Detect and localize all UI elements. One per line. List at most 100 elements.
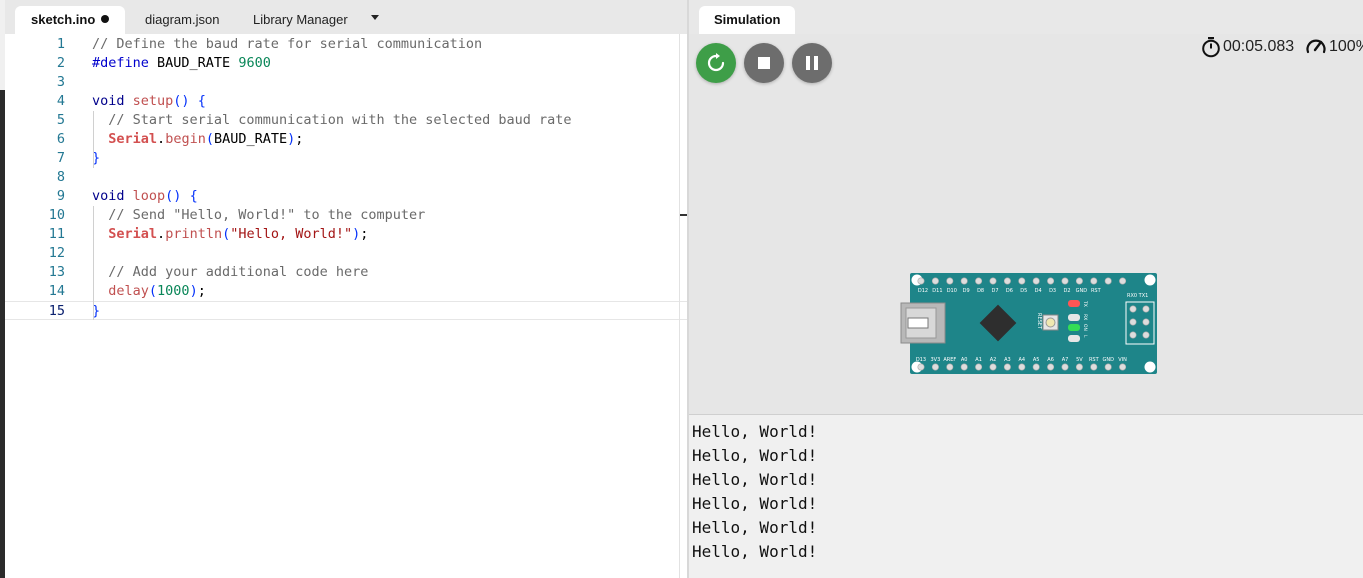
header-pin[interactable] xyxy=(1032,363,1040,371)
header-pin[interactable] xyxy=(1003,363,1011,371)
simulation-speed: 100% xyxy=(1305,36,1363,58)
header-pin[interactable] xyxy=(1104,363,1112,371)
code-token: { xyxy=(197,93,206,109)
line-number: 12 xyxy=(48,245,65,261)
code-token: ( xyxy=(148,283,158,299)
pin-label: A6 xyxy=(1047,357,1054,363)
code-token: BAUD_RATE xyxy=(213,131,288,147)
code-line[interactable]: 11 Serial.println("Hello, World!"); xyxy=(5,225,687,244)
editor-scrollbar-track[interactable] xyxy=(679,34,680,578)
code-line[interactable]: 10 // Send "Hello, World!" to the comput… xyxy=(5,206,687,225)
code-editor[interactable]: 1 // Define the baud rate for serial comm… xyxy=(5,34,687,578)
icsp-pin[interactable] xyxy=(1129,318,1137,326)
pin-label: A2 xyxy=(990,357,997,363)
code-line[interactable]: 7} xyxy=(5,149,687,168)
line-number: 2 xyxy=(56,55,65,71)
serial-monitor[interactable]: Hello, World! Hello, World! Hello, World! H… xyxy=(689,414,1363,578)
icsp-pin[interactable] xyxy=(1142,305,1150,313)
header-pin[interactable] xyxy=(1003,277,1011,285)
code-line[interactable]: 4 void setup() { xyxy=(5,92,687,111)
speed-value: 100% xyxy=(1329,38,1363,55)
code-line[interactable]: 15} xyxy=(5,301,687,320)
header-pin[interactable] xyxy=(931,363,939,371)
header-pin[interactable] xyxy=(917,277,925,285)
pin-label: VIN xyxy=(1118,357,1127,363)
header-pin[interactable] xyxy=(989,277,997,285)
tab-library-manager[interactable]: Library Manager xyxy=(237,6,364,34)
tab-diagram-json[interactable]: diagram.json xyxy=(129,6,235,34)
header-pin[interactable] xyxy=(1075,363,1083,371)
code-line[interactable]: 6 Serial.begin(BAUD_RATE); xyxy=(5,130,687,149)
header-pin[interactable] xyxy=(1061,363,1069,371)
code-token: 1000 xyxy=(157,283,190,299)
header-pin[interactable] xyxy=(960,277,968,285)
header-pin[interactable] xyxy=(975,277,983,285)
header-pin[interactable] xyxy=(989,363,997,371)
line-number: 14 xyxy=(48,283,65,299)
code-token: Serial xyxy=(108,226,158,242)
header-pin[interactable] xyxy=(960,363,968,371)
code-text: delay(1000); xyxy=(92,282,206,301)
code-line[interactable]: 1 // Define the baud rate for serial comm… xyxy=(5,35,687,54)
unsaved-dot-icon xyxy=(101,15,110,23)
icsp-pin[interactable] xyxy=(1129,331,1137,339)
pin-label: D6 xyxy=(1006,288,1013,294)
code-line[interactable]: 8 xyxy=(5,168,687,187)
tab-label: Library Manager xyxy=(253,12,348,27)
code-token: ( xyxy=(205,131,214,147)
line-number: 6 xyxy=(56,131,65,147)
header-pin[interactable] xyxy=(917,363,925,371)
header-pin[interactable] xyxy=(1090,363,1098,371)
header-pin[interactable] xyxy=(1018,277,1026,285)
code-token: println xyxy=(165,226,223,242)
header-pin[interactable] xyxy=(946,363,954,371)
code-text: void loop() { xyxy=(92,187,198,206)
code-line[interactable]: 5 // Start serial communication with the… xyxy=(5,111,687,130)
code-text: // Send "Hello, World!" to the computer xyxy=(92,206,425,225)
tab-sketch-ino[interactable]: sketch.ino xyxy=(15,6,126,34)
icsp-pin[interactable] xyxy=(1142,331,1150,339)
icsp-pin[interactable] xyxy=(1129,305,1137,313)
header-pin[interactable] xyxy=(1104,277,1112,285)
icsp-pin[interactable] xyxy=(1142,318,1150,326)
header-pin[interactable] xyxy=(1061,277,1069,285)
code-token: // Add your additional code here xyxy=(108,264,369,280)
header-pin[interactable] xyxy=(1075,277,1083,285)
header-pin[interactable] xyxy=(1090,277,1098,285)
code-line[interactable]: 3 xyxy=(5,73,687,92)
code-line[interactable]: 2 #define BAUD_RATE 9600 xyxy=(5,54,687,73)
header-pin[interactable] xyxy=(946,277,954,285)
code-line[interactable]: 12 xyxy=(5,244,687,263)
header-pin[interactable] xyxy=(1018,363,1026,371)
chevron-down-icon xyxy=(371,15,379,20)
pin-label: A1 xyxy=(975,357,982,363)
code-token: Serial xyxy=(108,131,158,147)
indent-guide xyxy=(93,206,94,320)
header-pin[interactable] xyxy=(1119,363,1127,371)
stop-button[interactable] xyxy=(744,43,784,83)
header-pin[interactable] xyxy=(1047,277,1055,285)
line-number: 15 xyxy=(48,303,65,319)
arduino-nano-board[interactable]: D12 D11 D10 D9 D8 D7 D6 D5 D4 D3 D2 GND RST D13 3V3 AR… xyxy=(900,271,1160,376)
pin-label: A3 xyxy=(1004,357,1011,363)
header-pin[interactable] xyxy=(975,363,983,371)
restart-button[interactable] xyxy=(696,43,736,83)
line-number: 1 xyxy=(56,36,65,52)
code-line[interactable]: 9 void loop() { xyxy=(5,187,687,206)
pin-label: D13 xyxy=(916,357,926,363)
editor-tab-bar: sketch.ino diagram.json Library Manager xyxy=(5,0,687,34)
tab-simulation[interactable]: Simulation xyxy=(699,6,796,34)
tab-menu-dropdown[interactable] xyxy=(365,10,385,26)
code-line[interactable]: 14 delay(1000); xyxy=(5,282,687,301)
header-pin[interactable] xyxy=(1119,277,1127,285)
header-pin[interactable] xyxy=(1047,363,1055,371)
pin-label: A7 xyxy=(1062,357,1069,363)
header-pin[interactable] xyxy=(1032,277,1040,285)
pause-button[interactable] xyxy=(792,43,832,83)
header-pin[interactable] xyxy=(931,277,939,285)
code-line[interactable]: 13 // Add your additional code here xyxy=(5,263,687,282)
